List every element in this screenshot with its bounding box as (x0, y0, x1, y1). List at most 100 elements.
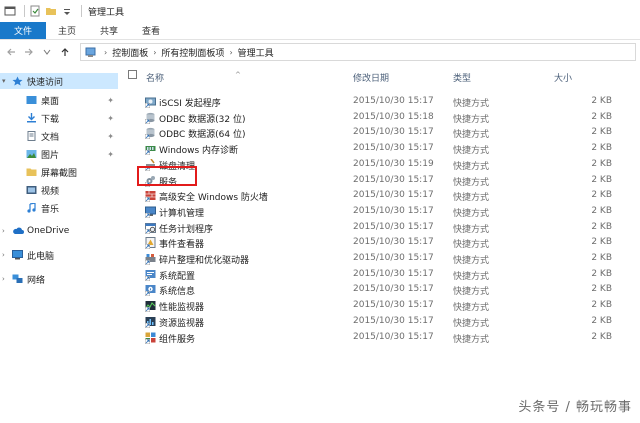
select-all-checkbox[interactable] (128, 70, 137, 82)
file-row[interactable]: 性能监视器 2015/10/30 15:17 快捷方式 2 KB (124, 297, 640, 313)
system-config-icon (145, 269, 156, 281)
new-folder-icon[interactable] (45, 5, 57, 17)
column-header-size[interactable]: 大小 (554, 71, 572, 84)
file-name: 事件查看器 (159, 240, 205, 251)
file-type: 快捷方式 (453, 303, 490, 314)
window-app-icon[interactable] (4, 5, 16, 17)
column-header-name[interactable]: 名称 (146, 71, 164, 84)
pin-icon[interactable]: ✦ (107, 150, 114, 159)
file-size: 2 KB (591, 331, 612, 342)
file-date: 2015/10/30 15:17 (353, 127, 434, 138)
file-date: 2015/10/30 15:17 (353, 190, 434, 201)
file-size: 2 KB (591, 143, 612, 154)
sidebar-item-label: 此电脑 (27, 251, 55, 262)
sidebar-item-videos[interactable]: 视频 (0, 182, 118, 198)
file-row[interactable]: ODBC 数据源(32 位) 2015/10/30 15:18 快捷方式 2 KB (124, 109, 640, 125)
breadcrumb-control-panel[interactable]: 控制面板 (112, 46, 148, 59)
chevron-right-icon[interactable]: › (2, 275, 5, 283)
pin-icon[interactable]: ✦ (107, 132, 114, 141)
chevron-right-icon[interactable]: › (2, 251, 5, 259)
sidebar-item-this-pc[interactable]: › 此电脑 (0, 247, 118, 263)
pin-icon[interactable]: ✦ (107, 96, 114, 105)
forward-arrow-icon[interactable] (22, 44, 36, 60)
sidebar-item-downloads[interactable]: 下载 ✦ (0, 110, 118, 126)
chevron-down-icon[interactable]: ▾ (2, 77, 6, 85)
file-row[interactable]: ODBC 数据源(64 位) 2015/10/30 15:17 快捷方式 2 KB (124, 124, 640, 140)
file-list: ^ 名称 修改日期 类型 大小 iSCSI 发起程序 2015/10/30 15:… (124, 63, 640, 423)
file-row[interactable]: 磁盘清理 2015/10/30 15:19 快捷方式 2 KB (124, 156, 640, 172)
file-size: 2 KB (591, 268, 612, 279)
back-arrow-icon[interactable] (4, 44, 18, 60)
iscsi-icon (145, 96, 156, 108)
computer-management-icon (145, 206, 156, 218)
file-type: 快捷方式 (453, 177, 490, 188)
sidebar-item-label: 桌面 (41, 96, 60, 107)
file-date: 2015/10/30 15:17 (353, 237, 434, 248)
up-arrow-icon[interactable] (58, 44, 72, 60)
file-size: 2 KB (591, 237, 612, 248)
sidebar-item-quick-access[interactable]: ▾ 快速访问 (0, 73, 118, 89)
file-row[interactable]: 系统信息 2015/10/30 15:17 快捷方式 2 KB (124, 281, 640, 297)
file-type: 快捷方式 (453, 318, 490, 329)
sidebar-item-screenshots[interactable]: 屏幕截图 (0, 164, 118, 180)
file-name: 组件服务 (159, 334, 196, 345)
file-row[interactable]: 服务 2015/10/30 15:17 快捷方式 2 KB (124, 172, 640, 188)
sidebar-item-label: 文档 (41, 132, 60, 143)
odbc-icon (145, 127, 156, 140)
breadcrumb-admin-tools[interactable]: 管理工具 (238, 46, 274, 59)
tab-file[interactable]: 文件 (0, 22, 47, 39)
breadcrumb-all-items[interactable]: 所有控制面板项 (161, 46, 224, 59)
file-date: 2015/10/30 15:19 (353, 158, 434, 169)
file-size: 2 KB (591, 127, 612, 138)
network-icon (12, 274, 23, 284)
file-type: 快捷方式 (453, 99, 490, 109)
tab-share[interactable]: 共享 (88, 22, 130, 39)
file-row[interactable]: 系统配置 2015/10/30 15:17 快捷方式 2 KB (124, 266, 640, 282)
sidebar-item-label: 屏幕截图 (41, 168, 78, 179)
file-row[interactable]: iSCSI 发起程序 2015/10/30 15:17 快捷方式 2 KB (124, 93, 640, 109)
file-row[interactable]: 高级安全 Windows 防火墙 2015/10/30 15:17 快捷方式 2 KB (124, 187, 640, 203)
file-type: 快捷方式 (453, 334, 490, 345)
customize-toolbar-icon[interactable] (61, 5, 73, 17)
performance-icon (145, 300, 156, 313)
recent-locations-icon[interactable] (40, 44, 54, 60)
column-header-type[interactable]: 类型 (453, 71, 471, 84)
memory-icon (145, 143, 156, 156)
tab-view[interactable]: 查看 (130, 22, 172, 39)
file-row[interactable]: 事件查看器 2015/10/30 15:17 快捷方式 2 KB (124, 234, 640, 250)
pin-icon[interactable]: ✦ (107, 114, 114, 123)
file-size: 2 KB (591, 253, 612, 263)
sidebar-item-pictures[interactable]: 图片 ✦ (0, 146, 118, 162)
sidebar-item-documents[interactable]: 文档 ✦ (0, 128, 118, 144)
file-size: 2 KB (591, 315, 612, 326)
navigation-bar: › 控制面板 › 所有控制面板项 › 管理工具 (0, 41, 640, 63)
sidebar-item-label: 音乐 (41, 204, 60, 215)
file-row[interactable]: 资源监视器 2015/10/30 15:17 快捷方式 2 KB (124, 313, 640, 329)
sidebar-item-label: OneDrive (27, 226, 70, 236)
tab-home[interactable]: 主页 (46, 22, 88, 39)
file-row[interactable]: 组件服务 2015/10/30 15:17 快捷方式 2 KB (124, 329, 640, 345)
file-type: 快捷方式 (453, 146, 490, 157)
column-header-date[interactable]: 修改日期 (353, 71, 389, 84)
sidebar-item-desktop[interactable]: 桌面 ✦ (0, 92, 118, 108)
odbc-icon (145, 112, 156, 124)
properties-icon[interactable] (29, 5, 41, 17)
download-icon (26, 113, 37, 123)
file-row[interactable]: 计算机管理 2015/10/30 15:17 快捷方式 2 KB (124, 203, 640, 219)
address-bar[interactable]: › 控制面板 › 所有控制面板项 › 管理工具 (80, 43, 636, 61)
sidebar-item-network[interactable]: › 网络 (0, 271, 118, 287)
file-type: 快捷方式 (453, 114, 490, 125)
sidebar-item-onedrive[interactable]: › OneDrive (0, 223, 118, 239)
file-row[interactable]: 碎片整理和优化驱动器 2015/10/30 15:17 快捷方式 2 KB (124, 250, 640, 266)
file-name: 资源监视器 (159, 318, 205, 329)
sidebar-item-music[interactable]: 音乐 (0, 200, 118, 216)
file-type: 快捷方式 (453, 240, 490, 251)
file-date: 2015/10/30 15:17 (353, 268, 434, 279)
file-type: 快捷方式 (453, 224, 490, 235)
navigation-pane: ▾ 快速访问 桌面 ✦ 下载 ✦ 文档 ✦ 图片 ✦ 屏幕截图 视频 音乐 › (0, 67, 118, 423)
file-row[interactable]: Windows 内存诊断 2015/10/30 15:17 快捷方式 2 KB (124, 140, 640, 156)
chevron-right-icon[interactable]: › (2, 227, 5, 235)
onedrive-cloud-icon (12, 226, 24, 236)
file-row[interactable]: 任务计划程序 2015/10/30 15:17 快捷方式 2 KB (124, 219, 640, 235)
star-icon (12, 76, 23, 86)
